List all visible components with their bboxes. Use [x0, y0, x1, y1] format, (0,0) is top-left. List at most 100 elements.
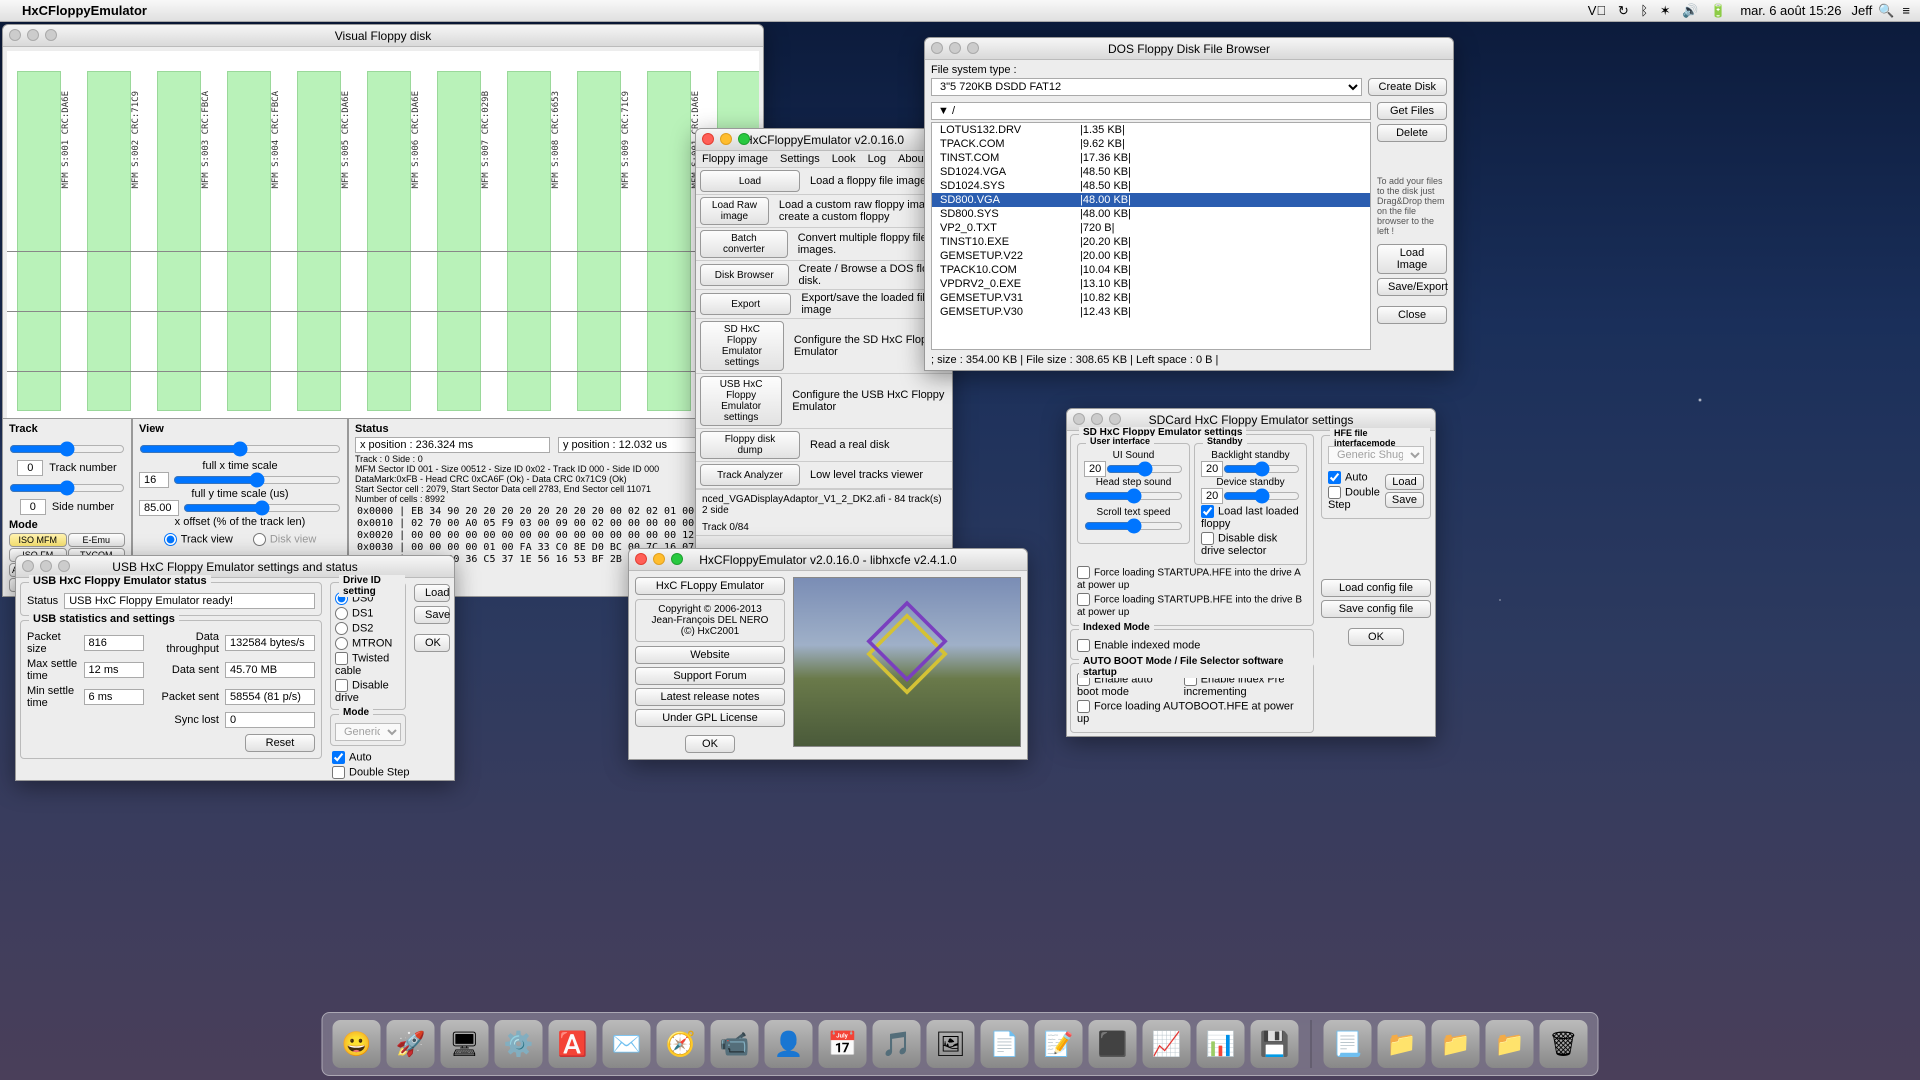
packet-size-input[interactable] [84, 635, 144, 651]
scroll-speed-slider[interactable] [1084, 518, 1183, 534]
mode-button-isomfm[interactable]: ISO MFM [9, 533, 67, 547]
track-analyzer-button[interactable]: Track Analyzer [700, 464, 800, 486]
get-files-button[interactable]: Get Files [1377, 102, 1447, 120]
disable-selector-checkbox[interactable]: Disable disk drive selector [1201, 531, 1300, 558]
sd-ok-button[interactable]: OK [1348, 628, 1404, 646]
file-row[interactable]: GEMSETUP.V30|12.43 KB| [932, 305, 1370, 319]
file-row[interactable]: SD1024.SYS|48.50 KB| [932, 179, 1370, 193]
xoffset-input[interactable] [139, 500, 179, 516]
menu-look[interactable]: Look [832, 153, 856, 165]
dock-preview-icon[interactable]: 📄 [981, 1020, 1029, 1068]
battery-icon[interactable]: 🔋 [1710, 3, 1726, 18]
file-row[interactable]: SD800.VGA|48.00 KB| [932, 193, 1370, 207]
usb-hxc-floppy-emulator-settings-button[interactable]: USB HxC Floppy Emulator settings [700, 376, 782, 426]
menubar-clock[interactable]: mar. 6 août 15:26 [1740, 3, 1841, 18]
menu-floppy-image[interactable]: Floppy image [702, 153, 768, 165]
file-row[interactable]: GEMSETUP.V31|10.82 KB| [932, 291, 1370, 305]
volume-icon[interactable]: 🔊 [1682, 3, 1698, 18]
force-b-checkbox[interactable]: Force loading STARTUPB.HFE into the driv… [1077, 592, 1307, 619]
max-settle-input[interactable] [84, 662, 144, 678]
dock-activity-icon[interactable]: 📈 [1143, 1020, 1191, 1068]
full-y-input[interactable] [139, 472, 169, 488]
usb-ok-button[interactable]: OK [414, 634, 450, 652]
load-image-button[interactable]: Load Image [1377, 244, 1447, 274]
menu-settings[interactable]: Settings [780, 153, 820, 165]
drive-id-ds2[interactable]: DS2 [335, 621, 401, 636]
disable-drive-checkbox[interactable]: Disable drive [335, 678, 401, 705]
sd-hxc-floppy-emulator-settings-button[interactable]: SD HxC Floppy Emulator settings [700, 321, 784, 371]
file-row[interactable]: TINST10.EXE|20.20 KB| [932, 235, 1370, 249]
menubar-user[interactable]: Jeff [1852, 3, 1873, 18]
export-button[interactable]: Export [700, 293, 791, 315]
xoffset-slider[interactable] [183, 500, 341, 516]
file-row[interactable]: TPACK10.COM|10.04 KB| [932, 263, 1370, 277]
ui-sound-input[interactable] [1084, 461, 1106, 477]
close-button[interactable]: Close [1377, 306, 1447, 324]
spotlight-icon[interactable]: 🔍 [1878, 3, 1894, 19]
usb-mode-select[interactable]: Generic Shug… [335, 723, 401, 741]
dock-finder-icon[interactable]: 😀 [333, 1020, 381, 1068]
track-visualization[interactable]: MFM S:001 CRC:DA6E MFM S:002 CRC:71C9 MF… [7, 51, 759, 431]
drive-id-mtron[interactable]: MTRON [335, 636, 401, 651]
double-step-checkbox[interactable]: Double Step [332, 765, 410, 780]
full-y-slider[interactable] [173, 472, 341, 488]
file-row[interactable]: VPDRV2_0.EXE|13.10 KB| [932, 277, 1370, 291]
save-config-button[interactable]: Save config file [1321, 600, 1431, 618]
dock-hxc-icon[interactable]: 📊 [1197, 1020, 1245, 1068]
min-settle-input[interactable] [84, 689, 144, 705]
hfe-save-button[interactable]: Save [1385, 492, 1424, 508]
backlight-input[interactable] [1201, 461, 1223, 477]
side-number-input[interactable] [20, 499, 46, 515]
bluetooth-icon[interactable]: ᛒ [1640, 3, 1648, 18]
dock-terminal-icon[interactable]: ⬛ [1089, 1020, 1137, 1068]
vnc-icon[interactable]: V⃞ [1588, 3, 1606, 18]
file-list[interactable]: LOTUS132.DRV|1.35 KB|TPACK.COM|9.62 KB|T… [931, 122, 1371, 350]
file-row[interactable]: SD800.SYS|48.00 KB| [932, 207, 1370, 221]
force-a-checkbox[interactable]: Force loading STARTUPA.HFE into the driv… [1077, 565, 1307, 592]
save-export-button[interactable]: Save/Export [1377, 278, 1447, 296]
dock-mission-icon[interactable]: 🖥 [441, 1020, 489, 1068]
disk-browser-button[interactable]: Disk Browser [700, 264, 789, 286]
path-indicator[interactable]: ▼ / [931, 102, 1371, 120]
twisted-cable-checkbox[interactable]: Twisted cable [335, 651, 401, 678]
reset-button[interactable]: Reset [245, 734, 315, 752]
notification-center-icon[interactable]: ≡ [1902, 3, 1910, 18]
load-button[interactable]: Load [700, 170, 800, 192]
full-x-slider[interactable] [139, 441, 341, 457]
drive-id-ds1[interactable]: DS1 [335, 606, 401, 621]
website-button[interactable]: Website [635, 646, 785, 664]
head-step-slider[interactable] [1084, 488, 1183, 504]
track-number-slider[interactable] [9, 441, 125, 457]
file-row[interactable]: TINST.COM|17.36 KB| [932, 151, 1370, 165]
usb-save-button[interactable]: Save [414, 606, 450, 624]
enable-indexed-checkbox[interactable]: Enable indexed mode [1077, 638, 1307, 653]
load-config-button[interactable]: Load config file [1321, 579, 1431, 597]
dock-folder-icon[interactable]: 📁 [1378, 1020, 1426, 1068]
load-raw-image-button[interactable]: Load Raw image [700, 197, 769, 225]
hfe-auto-checkbox[interactable]: Auto [1328, 470, 1381, 485]
about-ok-button[interactable]: OK [685, 735, 735, 753]
dock-mail-icon[interactable]: ✉️ [603, 1020, 651, 1068]
force-autoboot-checkbox[interactable]: Force loading AUTOBOOT.HFE at power up [1077, 699, 1307, 726]
dock-photos-icon[interactable]: 🖼 [927, 1020, 975, 1068]
track-number-input[interactable] [17, 460, 43, 476]
ui-sound-slider[interactable] [1106, 461, 1183, 477]
device-standby-slider[interactable] [1223, 488, 1300, 504]
latest-release-notes-button[interactable]: Latest release notes [635, 688, 785, 706]
file-row[interactable]: GEMSETUP.V22|20.00 KB| [932, 249, 1370, 263]
file-row[interactable]: SD1024.VGA|48.50 KB| [932, 165, 1370, 179]
batch-converter-button[interactable]: Batch converter [700, 230, 788, 258]
delete-button[interactable]: Delete [1377, 124, 1447, 142]
dock-textedit-icon[interactable]: 📃 [1324, 1020, 1372, 1068]
usb-load-button[interactable]: Load [414, 584, 450, 602]
mode-button-eemu[interactable]: E-Emu [68, 533, 126, 547]
file-row[interactable]: TPACK.COM|9.62 KB| [932, 137, 1370, 151]
dock-settings-icon[interactable]: ⚙️ [495, 1020, 543, 1068]
support-forum-button[interactable]: Support Forum [635, 667, 785, 685]
hfe-double-checkbox[interactable]: Double Step [1328, 485, 1381, 512]
dock-safari-icon[interactable]: 🧭 [657, 1020, 705, 1068]
dock-trash-icon[interactable]: 🗑 [1540, 1020, 1588, 1068]
dock-itunes-icon[interactable]: 🎵 [873, 1020, 921, 1068]
create-disk-button[interactable]: Create Disk [1368, 78, 1447, 96]
dock-contacts-icon[interactable]: 👤 [765, 1020, 813, 1068]
